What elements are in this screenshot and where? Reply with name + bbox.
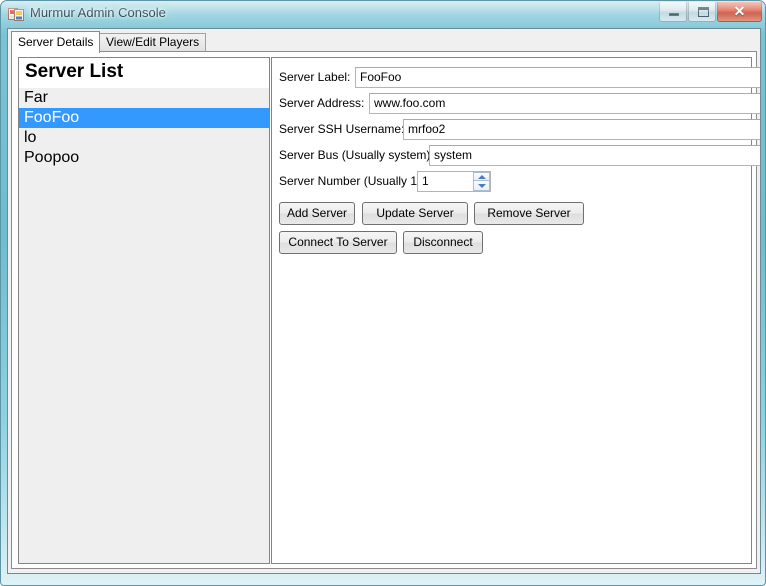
tab-page-server-details: Server List Far FooFoo lo Poopoo Server … (11, 51, 760, 569)
field-server-bus: Server Bus (Usually system): system (279, 145, 760, 166)
close-icon: ✕ (733, 3, 746, 19)
server-ssh-username-label: Server SSH Username: (279, 122, 405, 136)
title-bar[interactable]: Murmur Admin Console ✕ (1, 1, 765, 28)
field-server-label: Server Label: FooFoo (279, 67, 760, 88)
application-window: Murmur Admin Console ✕ Server Details Vi… (0, 0, 766, 586)
server-list-panel[interactable]: Server List Far FooFoo lo Poopoo (18, 57, 270, 564)
server-ssh-username-input[interactable]: mrfoo2 (403, 119, 760, 140)
tab-view-edit-players[interactable]: View/Edit Players (99, 33, 207, 52)
field-server-ssh-username: Server SSH Username: mrfoo2 (279, 119, 760, 140)
server-bus-label: Server Bus (Usually system): (279, 148, 434, 162)
chevron-up-icon (477, 174, 486, 179)
field-server-address: Server Address: www.foo.com (279, 93, 760, 114)
field-server-number: Server Number (Usually 1): 1 (279, 171, 519, 192)
minimize-icon (669, 13, 679, 16)
list-item[interactable]: lo (19, 128, 269, 148)
maximize-icon (698, 7, 709, 17)
server-number-stepper[interactable]: 1 (417, 171, 491, 192)
spin-buttons (473, 172, 490, 191)
add-server-button[interactable]: Add Server (279, 202, 355, 225)
update-server-button[interactable]: Update Server (362, 202, 468, 225)
server-address-label: Server Address: (279, 96, 365, 110)
server-list-title: Server List (25, 61, 124, 82)
server-label-input[interactable]: FooFoo (355, 67, 760, 88)
server-bus-input[interactable]: system (429, 145, 760, 166)
form-designer-icon (8, 8, 24, 21)
window-title: Murmur Admin Console (30, 5, 166, 20)
server-number-value: 1 (422, 174, 429, 188)
tab-strip: Server Details View/Edit Players (11, 31, 759, 53)
tab-server-details[interactable]: Server Details (11, 31, 101, 53)
list-item[interactable]: FooFoo (19, 108, 269, 128)
server-number-label: Server Number (Usually 1): (279, 174, 425, 188)
disconnect-button[interactable]: Disconnect (403, 231, 483, 254)
connect-to-server-button[interactable]: Connect To Server (279, 231, 397, 254)
minimize-button[interactable] (659, 2, 687, 22)
window-controls: ✕ (659, 2, 762, 23)
server-label-label: Server Label: (279, 70, 351, 84)
list-item[interactable]: Poopoo (19, 148, 269, 168)
list-item[interactable]: Far (19, 88, 269, 108)
maximize-button[interactable] (688, 2, 716, 22)
spin-up-button[interactable] (473, 172, 490, 181)
server-details-form: Server Label: FooFoo Server Address: www… (271, 57, 760, 564)
server-list-items: Far FooFoo lo Poopoo (19, 88, 269, 168)
server-address-input[interactable]: www.foo.com (369, 93, 760, 114)
server-list-header: Server List (19, 58, 269, 88)
remove-server-button[interactable]: Remove Server (474, 202, 584, 225)
close-button[interactable]: ✕ (717, 2, 762, 22)
client-area: Server Details View/Edit Players Server … (7, 28, 761, 574)
chevron-down-icon (477, 183, 486, 188)
spin-down-button[interactable] (473, 181, 490, 191)
